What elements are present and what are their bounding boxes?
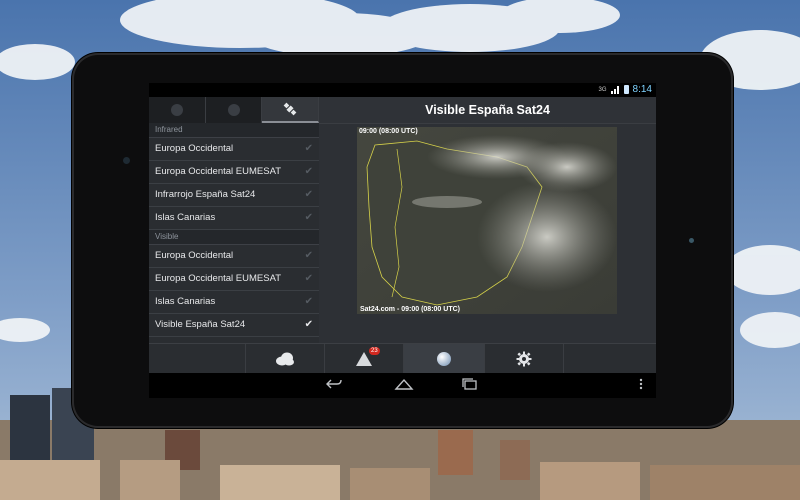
check-icon: ✔ <box>304 273 313 284</box>
check-icon: ✔ <box>304 166 313 177</box>
list-item[interactable]: Europa Occidental EUMESAT ✔ <box>149 161 319 184</box>
source-tabs <box>149 97 320 123</box>
check-icon: ✔ <box>304 212 313 223</box>
section-header-infrared: Infrared <box>149 123 319 138</box>
warnings-count-badge: 23 <box>369 347 380 355</box>
check-icon: ✔ <box>304 319 313 330</box>
list-item-label: Europa Occidental EUMESAT <box>155 273 282 284</box>
tab-satellite-images[interactable] <box>403 344 484 374</box>
overflow-menu-icon <box>639 378 643 390</box>
image-timestamp-top: 09:00 (08:00 UTC) <box>359 128 418 135</box>
status-bar: 3G 8:14 <box>149 83 656 97</box>
globe-icon <box>437 352 451 366</box>
list-item[interactable]: Europa Occidental ✔ <box>149 245 319 268</box>
image-source-label: Sat24.com - 09:00 (08:00 UTC) <box>360 306 460 313</box>
list-item-selected[interactable]: Visible España Sat24 ✔ <box>149 314 319 337</box>
satellite-image-graphic <box>357 127 617 314</box>
recent-apps-button[interactable] <box>461 377 479 396</box>
list-item-label: Infrarrojo España Sat24 <box>155 189 256 200</box>
recent-apps-icon <box>462 378 477 390</box>
tab-infrared-globe[interactable] <box>149 97 206 123</box>
overflow-menu-button[interactable] <box>639 377 643 396</box>
satellite-icon <box>283 102 297 116</box>
front-camera <box>123 157 130 164</box>
list-item[interactable]: Europa Occidental ✔ <box>149 138 319 161</box>
back-icon <box>326 379 342 389</box>
network-type: 3G <box>598 86 607 93</box>
home-icon <box>394 378 414 390</box>
list-item-label: Islas Canarias <box>155 296 216 307</box>
tab-satellite[interactable] <box>262 97 320 123</box>
satellite-image[interactable]: 09:00 (08:00 UTC) Sat24.com - 09:00 (08:… <box>357 127 617 314</box>
android-nav-bar <box>149 373 656 398</box>
list-item[interactable]: Islas Canarias ✔ <box>149 207 319 230</box>
tab-visible-globe[interactable] <box>205 97 263 123</box>
list-item-label: Europa Occidental <box>155 143 234 154</box>
bottom-tab-bar: 23 <box>149 343 656 374</box>
globe-infrared-icon <box>170 104 183 116</box>
tab-forecast[interactable] <box>245 344 324 374</box>
section-header-visible: Visible <box>149 230 319 245</box>
screen: 3G 8:14 Infrared Europa Occidental ✔ Eur… <box>149 83 656 398</box>
globe-visible-icon <box>227 104 240 116</box>
source-list: Infrared Europa Occidental ✔ Europa Occi… <box>149 123 319 337</box>
gear-icon <box>516 351 532 367</box>
list-item-label: Europa Occidental EUMESAT <box>155 166 282 177</box>
image-source-panel: Infrared Europa Occidental ✔ Europa Occi… <box>149 97 320 343</box>
battery-icon <box>623 85 629 94</box>
back-button[interactable] <box>325 377 343 396</box>
tab-settings[interactable] <box>484 344 564 374</box>
check-icon: ✔ <box>304 143 313 154</box>
signal-icon <box>610 85 620 94</box>
check-icon: ✔ <box>304 189 313 200</box>
home-button[interactable] <box>394 377 414 396</box>
image-view-panel: Visible España Sat24 09:00 (08:00 UTC) S… <box>319 97 656 343</box>
list-item[interactable]: Infrarrojo España Sat24 ✔ <box>149 184 319 207</box>
page-title: Visible España Sat24 <box>319 97 656 124</box>
cloud-icon <box>276 352 294 366</box>
list-item-label: Europa Occidental <box>155 250 234 261</box>
tab-warnings[interactable]: 23 <box>324 344 403 374</box>
sensor-dot <box>689 238 694 243</box>
check-icon: ✔ <box>304 296 313 307</box>
status-time: 8:14 <box>632 84 652 95</box>
list-item-label: Visible España Sat24 <box>155 319 246 330</box>
list-item-label: Islas Canarias <box>155 212 216 223</box>
check-icon: ✔ <box>304 250 313 261</box>
list-item[interactable]: Europa Occidental EUMESAT ✔ <box>149 268 319 291</box>
list-item[interactable]: Islas Canarias ✔ <box>149 291 319 314</box>
